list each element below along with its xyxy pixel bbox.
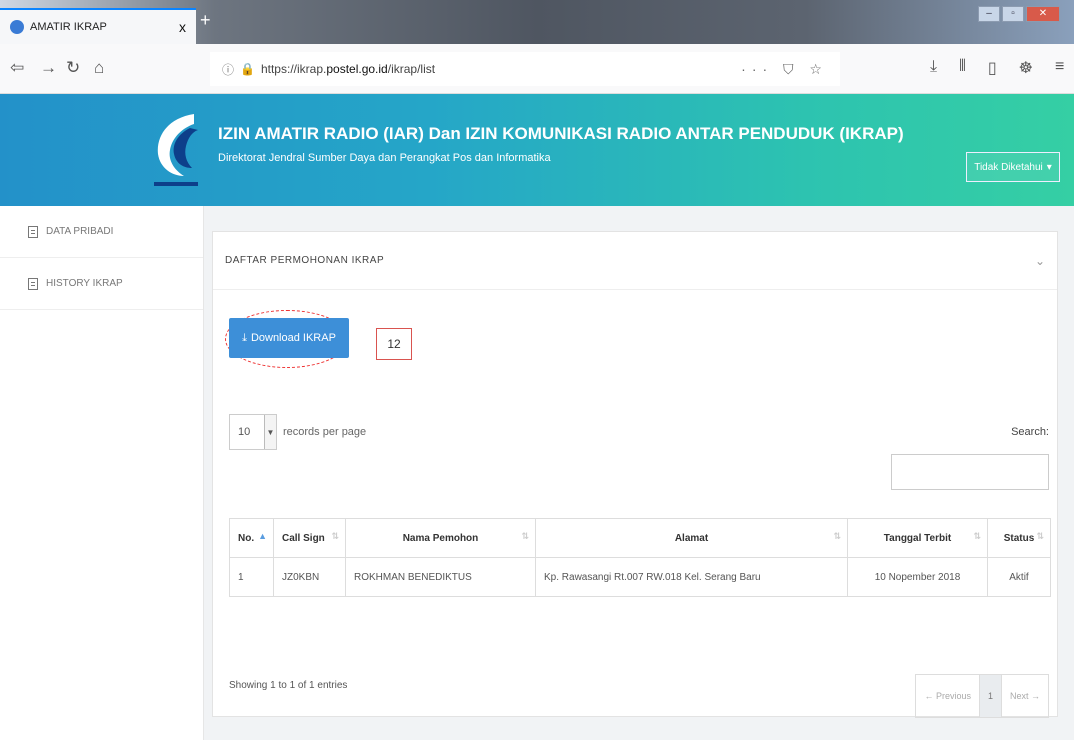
back-icon[interactable]: ⇦ xyxy=(10,58,24,78)
main-content: DAFTAR PERMOHONAN IKRAP ⌄ ⤓ Download IKR… xyxy=(204,206,1074,740)
page-1-button[interactable]: 1 xyxy=(979,675,1002,717)
app-header: IZIN AMATIR RADIO (IAR) Dan IZIN KOMUNIK… xyxy=(0,94,1074,206)
next-page-button[interactable]: Next → xyxy=(1002,675,1048,717)
browser-toolbar: ⤓ ⫴ ▯ ☸ ≡ xyxy=(930,58,1064,78)
sort-icon: ⇅ xyxy=(1036,531,1044,541)
info-icon[interactable]: ⓘ xyxy=(222,61,234,78)
cell-tanggal-terbit: 10 Nopember 2018 xyxy=(847,557,988,597)
cell-no: 1 xyxy=(229,557,274,597)
download-icon: ⤓ xyxy=(242,331,247,344)
kominfo-logo xyxy=(154,114,198,186)
pagination: ← Previous 1 Next → xyxy=(915,674,1049,718)
tab-title: AMATIR IKRAP xyxy=(30,21,107,33)
user-menu-button[interactable]: Tidak Diketahui ▾ xyxy=(966,152,1060,182)
sidebar: DATA PRIBADI HISTORY IKRAP xyxy=(0,206,204,740)
favicon-icon xyxy=(10,20,24,34)
cell-status: Aktif xyxy=(987,557,1051,597)
browser-tab[interactable]: AMATIR IKRAP x xyxy=(0,8,196,44)
extension-icon[interactable]: ☸ xyxy=(1019,58,1033,78)
page-length-value: 10 xyxy=(238,426,251,438)
sort-icon: ⇅ xyxy=(973,531,981,541)
page-length-label: records per page xyxy=(283,426,367,438)
document-icon xyxy=(28,277,38,290)
menu-icon[interactable]: ≡ xyxy=(1055,58,1064,78)
sidebar-item-history-ikrap[interactable]: HISTORY IKRAP xyxy=(0,258,203,310)
library-icon[interactable]: ⫴ xyxy=(959,58,966,78)
previous-page-button[interactable]: ← Previous xyxy=(916,675,980,717)
user-menu-label: Tidak Diketahui xyxy=(974,161,1043,173)
page-length-select[interactable]: 10 ▼ xyxy=(229,414,277,450)
minimize-button[interactable]: – xyxy=(978,6,1000,22)
lock-icon: 🔒 xyxy=(240,62,255,76)
sort-icon: ⇅ xyxy=(331,531,339,541)
sort-icon: ⇅ xyxy=(833,531,841,541)
url-text[interactable]: https://ikrap.postel.go.id/ikrap/list xyxy=(261,62,741,76)
document-icon xyxy=(28,225,38,238)
address-bar[interactable]: ⓘ 🔒 https://ikrap.postel.go.id/ikrap/lis… xyxy=(210,52,840,86)
download-ikrap-button[interactable]: ⤓ Download IKRAP xyxy=(229,318,349,358)
download-label: Download IKRAP xyxy=(250,332,336,344)
page-length-control: 10 ▼ records per page xyxy=(229,414,366,450)
cell-alamat: Kp. Rawasangi Rt.007 RW.018 Kel. Serang … xyxy=(535,557,848,597)
browser-navbar: ⇦ → ↻ ⌂ ⓘ 🔒 https://ikrap.postel.go.id/i… xyxy=(0,44,1074,94)
table-info: Showing 1 to 1 of 1 entries xyxy=(229,680,348,691)
sort-icon: ▲ xyxy=(258,531,267,541)
ikrap-table: No. ▲ Call Sign ⇅ Nama Pemohon ⇅ Alamat ⇅ Ta… xyxy=(229,518,1051,597)
column-header-status[interactable]: Status ⇅ xyxy=(987,518,1051,558)
close-window-button[interactable]: ✕ xyxy=(1026,6,1060,22)
search-label: Search: xyxy=(1011,426,1049,438)
cell-call-sign: JZ0KBN xyxy=(273,557,346,597)
reload-icon[interactable]: ↻ xyxy=(66,58,80,78)
table-row: 1 JZ0KBN ROKHMAN BENEDIKTUS Kp. Rawasang… xyxy=(229,557,1051,597)
sort-icon: ⇅ xyxy=(521,531,529,541)
sidebar-item-label: DATA PRIBADI xyxy=(46,226,114,237)
browser-titlebar: AMATIR IKRAP x + – ▫ ✕ xyxy=(0,0,1074,44)
page-title: IZIN AMATIR RADIO (IAR) Dan IZIN KOMUNIK… xyxy=(218,124,904,143)
tab-close-icon[interactable]: x xyxy=(179,19,186,35)
window-controls: – ▫ ✕ xyxy=(978,6,1060,22)
cell-nama-pemohon: ROKHMAN BENEDIKTUS xyxy=(345,557,536,597)
chevron-down-icon: ▾ xyxy=(1046,161,1052,173)
collapse-chevron-icon[interactable]: ⌄ xyxy=(1035,254,1045,268)
forward-icon[interactable]: → xyxy=(40,58,57,78)
column-header-call-sign[interactable]: Call Sign ⇅ xyxy=(273,518,346,558)
sidebar-toggle-icon[interactable]: ▯ xyxy=(988,58,997,78)
page-subtitle: Direktorat Jendral Sumber Daya dan Peran… xyxy=(218,152,551,164)
column-header-no[interactable]: No. ▲ xyxy=(229,518,274,558)
home-icon[interactable]: ⌂ xyxy=(94,58,104,78)
downloads-icon[interactable]: ⤓ xyxy=(930,58,937,78)
sidebar-item-label: HISTORY IKRAP xyxy=(46,278,123,289)
page-actions-icon[interactable]: ··· ⛉ ☆ xyxy=(741,61,828,78)
table-header-row: No. ▲ Call Sign ⇅ Nama Pemohon ⇅ Alamat ⇅ Ta… xyxy=(229,518,1051,558)
column-header-tanggal-terbit[interactable]: Tanggal Terbit ⇅ xyxy=(847,518,988,558)
maximize-button[interactable]: ▫ xyxy=(1002,6,1024,22)
count-badge: 12 xyxy=(376,328,412,360)
ikrap-panel: DAFTAR PERMOHONAN IKRAP ⌄ ⤓ Download IKR… xyxy=(212,231,1058,718)
column-header-alamat[interactable]: Alamat ⇅ xyxy=(535,518,848,558)
chevron-down-icon: ▼ xyxy=(264,415,276,449)
sidebar-item-data-pribadi[interactable]: DATA PRIBADI xyxy=(0,206,203,258)
new-tab-button[interactable]: + xyxy=(200,10,211,31)
panel-title: DAFTAR PERMOHONAN IKRAP xyxy=(225,255,385,266)
column-header-nama-pemohon[interactable]: Nama Pemohon ⇅ xyxy=(345,518,536,558)
search-input[interactable] xyxy=(891,454,1049,490)
panel-header: DAFTAR PERMOHONAN IKRAP ⌄ xyxy=(213,232,1057,290)
